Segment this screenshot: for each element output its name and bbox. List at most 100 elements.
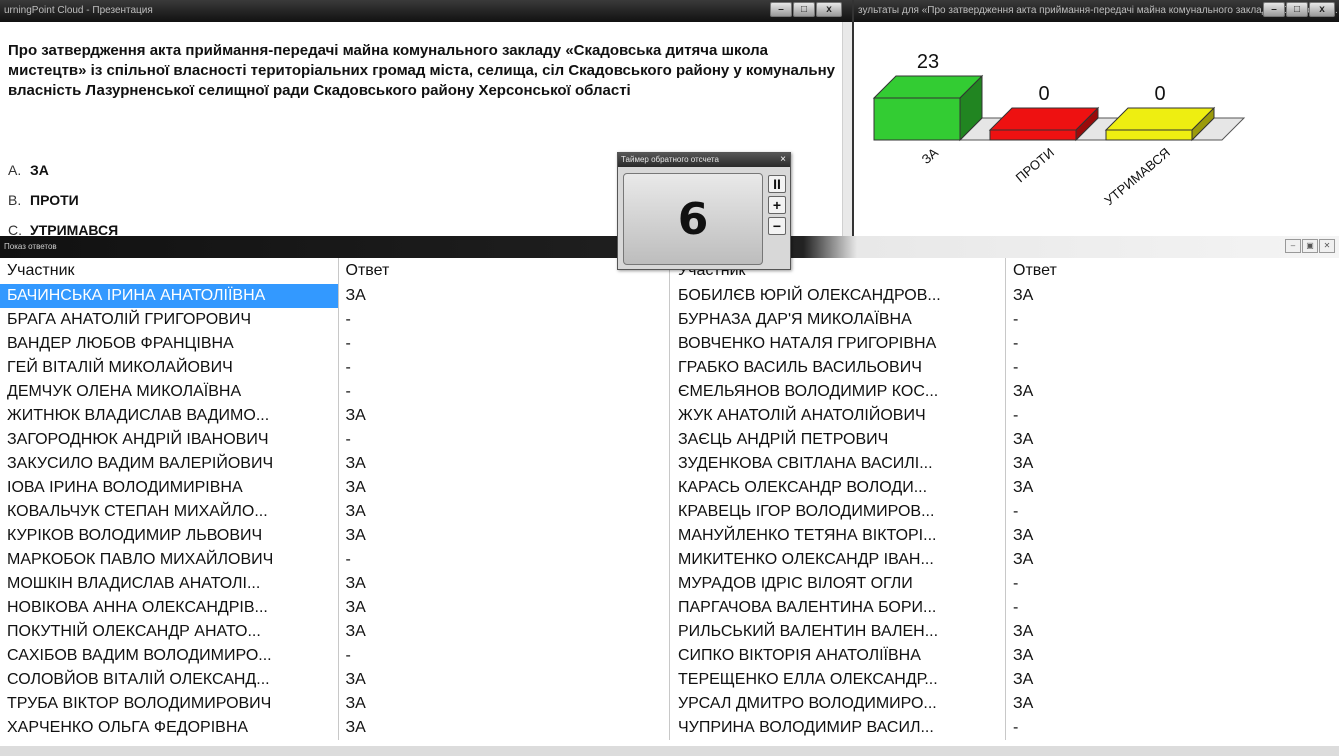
participant-answer: ЗА — [1005, 284, 1339, 308]
participant-name: ЄМЕЛЬЯНОВ ВОЛОДИМИР КОС... — [678, 383, 939, 400]
maximize-button[interactable]: □ — [1286, 2, 1308, 17]
table-row[interactable]: МАНУЙЛЕНКО ТЕТЯНА ВІКТОРІ... ЗА — [671, 524, 1339, 548]
table-row[interactable]: БОБИЛЄВ ЮРІЙ ОЛЕКСАНДРОВ... ЗА — [671, 284, 1339, 308]
close-button[interactable]: x — [1309, 2, 1335, 17]
table-row[interactable]: БРАГА АНАТОЛІЙ ГРИГОРОВИЧ - — [0, 308, 669, 332]
table-row[interactable]: ХАРЧЕНКО ОЛЬГА ФЕДОРІВНА ЗА — [0, 716, 669, 740]
table-row[interactable]: КАРАСЬ ОЛЕКСАНДР ВОЛОДИ... ЗА — [671, 476, 1339, 500]
results-title-bar[interactable]: зультаты для «Про затвердження акта прий… — [854, 0, 1339, 22]
minimize-button[interactable]: – — [1285, 239, 1301, 253]
timer-minus-button[interactable]: − — [768, 217, 786, 235]
answers-table-right: Участник Ответ БОБИЛЄВ ЮРІЙ ОЛЕКСАНДРОВ.… — [671, 258, 1339, 740]
table-row[interactable]: ЗАГОРОДНЮК АНДРІЙ ІВАНОВИЧ - — [0, 428, 669, 452]
table-row[interactable]: КУРІКОВ ВОЛОДИМИР ЛЬВОВИЧ ЗА — [0, 524, 669, 548]
table-row[interactable]: МУРАДОВ ІДРІС ВІЛОЯТ ОГЛИ - — [671, 572, 1339, 596]
option-b: B. ПРОТИ — [8, 185, 118, 215]
participant-name: ІОВА ІРИНА ВОЛОДИМИРІВНА — [7, 479, 243, 496]
participant-answer: ЗА — [337, 452, 670, 476]
horizontal-scrollbar[interactable] — [0, 746, 1339, 756]
table-row[interactable]: МИКИТЕНКО ОЛЕКСАНДР ІВАН... ЗА — [671, 548, 1339, 572]
timer-title-bar[interactable]: Таймер обратного отсчета × — [618, 153, 790, 167]
timer-pause-button[interactable]: II — [768, 175, 786, 193]
table-row[interactable]: ГРАБКО ВАСИЛЬ ВАСИЛЬОВИЧ - — [671, 356, 1339, 380]
table-row[interactable]: ВОВЧЕНКО НАТАЛЯ ГРИГОРІВНА - — [671, 332, 1339, 356]
table-row[interactable]: УРСАЛ ДМИТРО ВОЛОДИМИРО... ЗА — [671, 692, 1339, 716]
table-row[interactable]: ЧУПРИНА ВОЛОДИМИР ВАСИЛ... - — [671, 716, 1339, 740]
table-row[interactable]: ГЕЙ ВІТАЛІЙ МИКОЛАЙОВИЧ - — [0, 356, 669, 380]
presentation-title-bar[interactable]: urningPoint Cloud - Презентация – □ x — [0, 0, 852, 22]
participant-name: ПОКУТНІЙ ОЛЕКСАНДР АНАТО... — [7, 623, 261, 640]
maximize-button[interactable]: □ — [793, 2, 815, 17]
table-row[interactable]: ЖУК АНАТОЛІЙ АНАТОЛІЙОВИЧ - — [671, 404, 1339, 428]
answers-panel: Участник Ответ БАЧИНСЬКА ІРИНА АНАТОЛІЇВ… — [0, 258, 1339, 756]
participant-name: МОШКІН ВЛАДИСЛАВ АНАТОЛІ... — [7, 575, 261, 592]
table-row[interactable]: ЗАЄЦЬ АНДРІЙ ПЕТРОВИЧ ЗА — [671, 428, 1339, 452]
table-row[interactable]: ТРУБА ВІКТОР ВОЛОДИМИРОВИЧ ЗА — [0, 692, 669, 716]
participant-answer: ЗА — [1005, 548, 1339, 572]
results-chart-area: 23 ЗА 0 ПРОТИ 0 УТРИМАВСЯ — [854, 22, 1339, 236]
table-row[interactable]: ЗАКУСИЛО ВАДИМ ВАЛЕРІЙОВИЧ ЗА — [0, 452, 669, 476]
participant-answer: ЗА — [1005, 428, 1339, 452]
column-header-answer[interactable]: Ответ — [1005, 258, 1339, 284]
participant-name: МУРАДОВ ІДРІС ВІЛОЯТ ОГЛИ — [678, 575, 913, 592]
participant-answer: ЗА — [337, 500, 670, 524]
table-row[interactable]: СИПКО ВІКТОРІЯ АНАТОЛІЇВНА ЗА — [671, 644, 1339, 668]
table-row[interactable]: РИЛЬСЬКИЙ ВАЛЕНТИН ВАЛЕН... ЗА — [671, 620, 1339, 644]
participant-name: БРАГА АНАТОЛІЙ ГРИГОРОВИЧ — [7, 311, 251, 328]
close-button[interactable]: ✕ — [1319, 239, 1335, 253]
table-row[interactable]: НОВІКОВА АННА ОЛЕКСАНДРІВ... ЗА — [0, 596, 669, 620]
chart-bar-front — [873, 97, 961, 141]
table-row[interactable]: БУРНАЗА ДАР'Я МИКОЛАЇВНА - — [671, 308, 1339, 332]
table-row[interactable]: КРАВЕЦЬ ІГОР ВОЛОДИМИРОВ... - — [671, 500, 1339, 524]
timer-display: 6 — [623, 173, 763, 265]
participant-answer: - — [1005, 308, 1339, 332]
table-row[interactable]: ЗУДЕНКОВА СВІТЛАНА ВАСИЛІ... ЗА — [671, 452, 1339, 476]
table-row[interactable]: КОВАЛЬЧУК СТЕПАН МИХАЙЛО... ЗА — [0, 500, 669, 524]
participant-name: САХІБОВ ВАДИМ ВОЛОДИМИРО... — [7, 647, 272, 664]
participant-answer: - — [337, 332, 670, 356]
table-row[interactable]: СОЛОВЙОВ ВІТАЛІЙ ОЛЕКСАНД... ЗА — [0, 668, 669, 692]
participant-name: НОВІКОВА АННА ОЛЕКСАНДРІВ... — [7, 599, 268, 616]
close-button[interactable]: x — [816, 2, 842, 17]
table-row[interactable]: ЄМЕЛЬЯНОВ ВОЛОДИМИР КОС... ЗА — [671, 380, 1339, 404]
minimize-button[interactable]: – — [770, 2, 792, 17]
table-row[interactable]: МОШКІН ВЛАДИСЛАВ АНАТОЛІ... ЗА — [0, 572, 669, 596]
question-text: Про затвердження акта приймання-передачі… — [8, 42, 836, 99]
participant-name: КОВАЛЬЧУК СТЕПАН МИХАЙЛО... — [7, 503, 268, 520]
results-bar-chart: 23 ЗА 0 ПРОТИ 0 УТРИМАВСЯ — [872, 51, 1246, 208]
table-row[interactable]: ЖИТНЮК ВЛАДИСЛАВ ВАДИМО... ЗА — [0, 404, 669, 428]
vertical-scrollbar[interactable] — [842, 22, 852, 236]
chart-category-label: ЗА — [919, 145, 942, 167]
participant-answer: ЗА — [337, 284, 670, 308]
chart-value-label: 23 — [917, 51, 939, 73]
column-header-participant[interactable]: Участник — [0, 258, 338, 284]
participant-answer: ЗА — [1005, 452, 1339, 476]
participant-name: РИЛЬСЬКИЙ ВАЛЕНТИН ВАЛЕН... — [678, 623, 939, 640]
participant-name: МИКИТЕНКО ОЛЕКСАНДР ІВАН... — [678, 551, 934, 568]
presentation-title: urningPoint Cloud - Презентация — [4, 5, 153, 16]
participant-name: ВОВЧЕНКО НАТАЛЯ ГРИГОРІВНА — [678, 335, 937, 352]
participant-answer: ЗА — [1005, 524, 1339, 548]
minimize-button[interactable]: – — [1263, 2, 1285, 17]
participant-name: КУРІКОВ ВОЛОДИМИР ЛЬВОВИЧ — [7, 527, 263, 544]
participant-name: СОЛОВЙОВ ВІТАЛІЙ ОЛЕКСАНД... — [7, 671, 270, 688]
option-text: ПРОТИ — [30, 192, 79, 208]
option-text: ЗА — [30, 162, 49, 178]
table-row[interactable]: ПОКУТНІЙ ОЛЕКСАНДР АНАТО... ЗА — [0, 620, 669, 644]
restore-button[interactable]: ▣ — [1302, 239, 1318, 253]
table-row[interactable]: БАЧИНСЬКА ІРИНА АНАТОЛІЇВНА ЗА — [0, 284, 669, 308]
timer-plus-button[interactable]: + — [768, 196, 786, 214]
results-window: зультаты для «Про затвердження акта прий… — [852, 0, 1339, 236]
participant-answer: - — [1005, 500, 1339, 524]
table-row[interactable]: ДЕМЧУК ОЛЕНА МИКОЛАЇВНА - — [0, 380, 669, 404]
table-row[interactable]: ВАНДЕР ЛЮБОВ ФРАНЦІВНА - — [0, 332, 669, 356]
table-row[interactable]: МАРКОБОК ПАВЛО МИХАЙЛОВИЧ - — [0, 548, 669, 572]
participant-name: ЗАКУСИЛО ВАДИМ ВАЛЕРІЙОВИЧ — [7, 455, 274, 472]
participant-name: ЖИТНЮК ВЛАДИСЛАВ ВАДИМО... — [7, 407, 270, 424]
table-row[interactable]: ІОВА ІРИНА ВОЛОДИМИРІВНА ЗА — [0, 476, 669, 500]
participant-name: ЖУК АНАТОЛІЙ АНАТОЛІЙОВИЧ — [678, 407, 926, 424]
table-row[interactable]: САХІБОВ ВАДИМ ВОЛОДИМИРО... - — [0, 644, 669, 668]
table-row[interactable]: ТЕРЕЩЕНКО ЕЛЛА ОЛЕКСАНДР... ЗА — [671, 668, 1339, 692]
table-row[interactable]: ПАРГАЧОВА ВАЛЕНТИНА БОРИ... - — [671, 596, 1339, 620]
timer-close-icon[interactable]: × — [780, 153, 786, 167]
